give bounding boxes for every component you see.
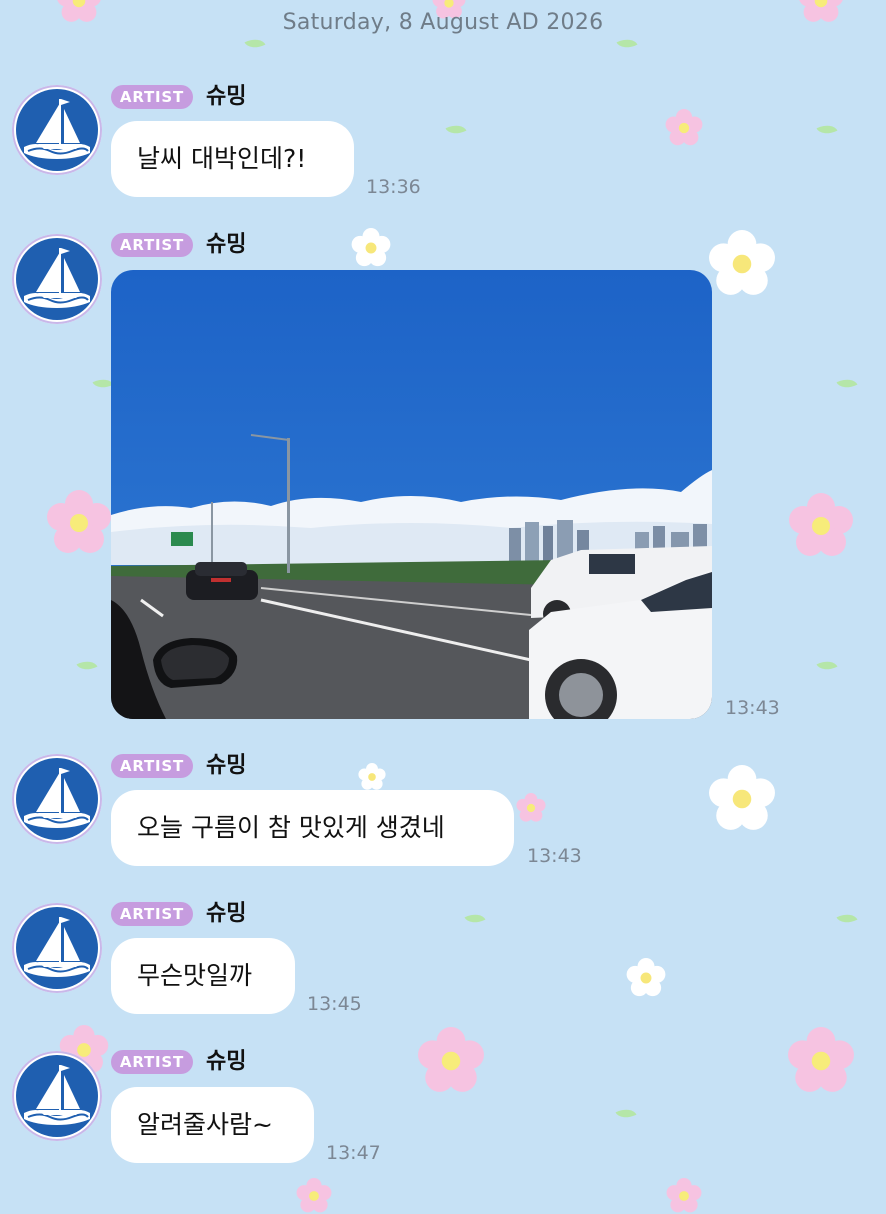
artist-badge: ARTIST <box>111 754 193 778</box>
flower-icon <box>665 108 703 148</box>
message-bubble[interactable]: 알려줄사람~ <box>111 1087 314 1163</box>
sender-name: 슈밍 <box>206 1048 246 1076</box>
sailboat-avatar-icon <box>16 907 98 989</box>
message-time: 13:45 <box>307 993 362 1015</box>
sailboat-avatar-icon <box>16 1055 98 1137</box>
road-sky-clouds-photo <box>111 270 712 719</box>
leaf-icon <box>245 35 266 53</box>
flower-icon <box>417 1027 485 1095</box>
artist-badge: ARTIST <box>111 233 193 257</box>
leaf-icon <box>837 375 858 393</box>
avatar[interactable] <box>12 1051 102 1141</box>
message-bubble[interactable]: 무슨맛일까 <box>111 938 295 1014</box>
message-time: 13:43 <box>725 697 780 719</box>
flower-icon <box>46 490 112 556</box>
flower-icon <box>708 765 776 833</box>
flower-icon <box>666 1178 702 1214</box>
sailboat-avatar-icon <box>16 758 98 840</box>
sender-name: 슈밍 <box>206 231 246 259</box>
artist-badge: ARTIST <box>111 1050 193 1074</box>
leaf-icon <box>817 657 838 675</box>
flower-icon <box>340 763 404 791</box>
avatar[interactable] <box>12 234 102 324</box>
date-separator: Saturday, 8 August AD 2026 <box>0 10 886 35</box>
leaf-icon <box>617 35 638 53</box>
flower-icon <box>786 493 856 559</box>
message-bubble[interactable]: 오늘 구름이 참 맛있게 생겼네 <box>111 790 514 866</box>
artist-badge: ARTIST <box>111 85 193 109</box>
sender-name: 슈밍 <box>206 83 246 111</box>
message-bubble[interactable]: 날씨 대박인데?! <box>111 121 354 197</box>
message-time: 13:43 <box>527 845 582 867</box>
flower-icon <box>296 1178 332 1214</box>
artist-badge: ARTIST <box>111 902 193 926</box>
avatar[interactable] <box>12 754 102 844</box>
message-time: 13:47 <box>326 1142 381 1164</box>
sailboat-avatar-icon <box>16 238 98 320</box>
leaf-icon <box>465 910 486 928</box>
sender-name: 슈밍 <box>206 752 246 780</box>
flower-icon <box>337 228 405 268</box>
leaf-icon <box>77 657 98 675</box>
photo-attachment[interactable] <box>111 270 712 719</box>
message-time: 13:36 <box>366 176 421 198</box>
leaf-icon <box>837 910 858 928</box>
flower-icon <box>516 793 546 823</box>
avatar[interactable] <box>12 85 102 175</box>
sailboat-avatar-icon <box>16 89 98 171</box>
leaf-icon <box>446 121 467 139</box>
leaf-icon <box>616 1105 637 1123</box>
flower-icon <box>626 958 666 998</box>
avatar[interactable] <box>12 903 102 993</box>
leaf-icon <box>817 121 838 139</box>
flower-icon <box>786 1027 856 1095</box>
flower-icon <box>708 230 776 298</box>
sender-name: 슈밍 <box>206 900 246 928</box>
